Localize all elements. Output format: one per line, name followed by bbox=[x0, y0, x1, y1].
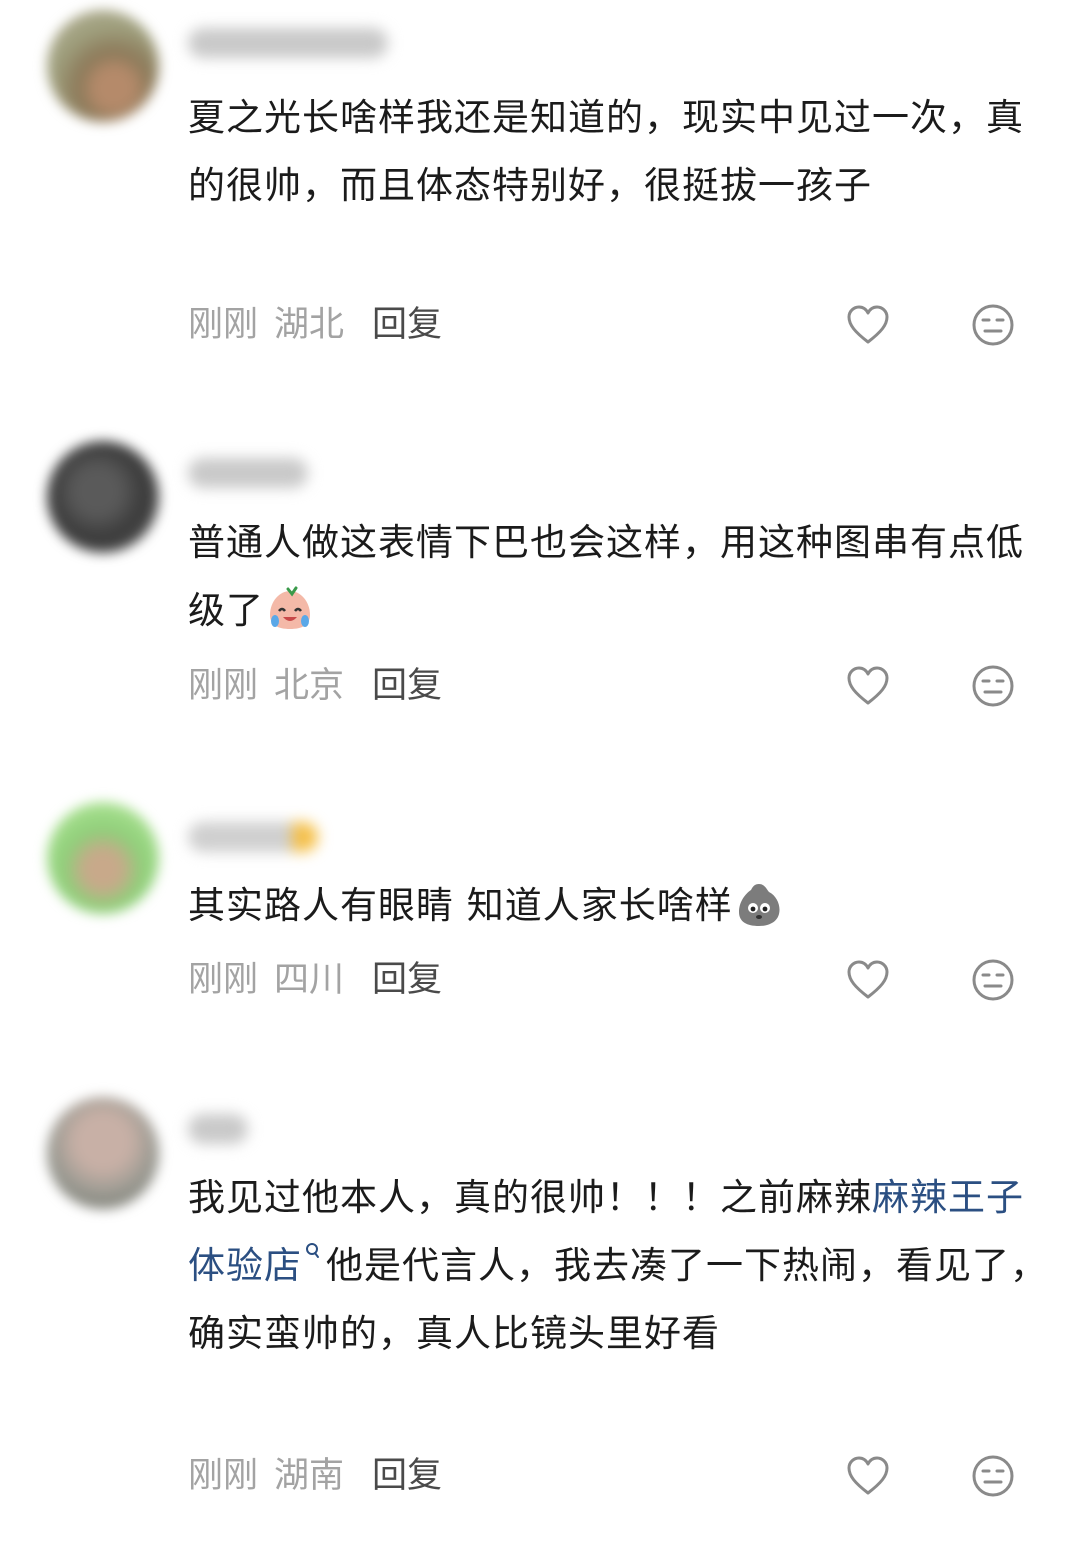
avatar[interactable] bbox=[47, 10, 159, 122]
username-blurred[interactable] bbox=[188, 28, 388, 58]
comment-text: 我见过他本人，真的很帅！！！之前麻辣麻辣王子体验店 他是代言人，我去凑了一下热闹… bbox=[188, 1164, 1048, 1368]
comment-meta: 刚刚 北京 回复 bbox=[188, 661, 442, 711]
neutral-face-icon[interactable] bbox=[970, 302, 1016, 348]
heart-outline-icon[interactable] bbox=[845, 957, 891, 1003]
comment-text: 其实路人有眼睛 知道人家长啥样 bbox=[188, 872, 1048, 940]
comment-location: 湖南 bbox=[274, 1456, 345, 1496]
neutral-face-icon[interactable] bbox=[970, 1453, 1016, 1499]
comment-meta: 刚刚 湖南 回复 bbox=[188, 1451, 442, 1501]
username-blurred[interactable] bbox=[188, 1114, 248, 1144]
avatar[interactable] bbox=[47, 441, 159, 553]
comment-text: 夏之光长啥样我还是知道的，现实中见过一次，真的很帅，而且体态特别好，很挺拔一孩子 bbox=[188, 96, 1024, 207]
comment-text-content: 其实路人有眼睛 知道人家长啥样 bbox=[188, 884, 733, 927]
neutral-face-icon[interactable] bbox=[970, 957, 1016, 1003]
comment-location: 四川 bbox=[274, 960, 345, 1000]
neutral-face-icon[interactable] bbox=[970, 663, 1016, 709]
comment-time: 刚刚 bbox=[188, 305, 259, 345]
avatar[interactable] bbox=[47, 802, 159, 914]
comment-location: 湖北 bbox=[274, 305, 345, 345]
laughing-crying-sticker-icon bbox=[270, 586, 310, 629]
reply-button[interactable]: 回复 bbox=[372, 305, 442, 345]
gray-blob-sticker-icon bbox=[738, 883, 780, 926]
comment-time: 刚刚 bbox=[188, 960, 259, 1000]
reply-button[interactable]: 回复 bbox=[372, 960, 442, 1000]
comment-time: 刚刚 bbox=[188, 1456, 259, 1496]
comment-location: 北京 bbox=[274, 666, 345, 706]
reply-button[interactable]: 回复 bbox=[372, 666, 442, 706]
comment-text: 普通人做这表情下巴也会这样，用这种图串有点低级了 bbox=[188, 509, 1048, 645]
comment-meta: 刚刚 湖北 回复 bbox=[188, 300, 442, 350]
heart-outline-icon[interactable] bbox=[845, 302, 891, 348]
heart-outline-icon[interactable] bbox=[845, 1453, 891, 1499]
reply-button[interactable]: 回复 bbox=[372, 1456, 442, 1496]
username-blurred[interactable] bbox=[188, 458, 308, 488]
heart-outline-icon[interactable] bbox=[845, 663, 891, 709]
avatar[interactable] bbox=[47, 1097, 159, 1209]
username-blurred[interactable] bbox=[188, 822, 318, 852]
comment-text-before: 我见过他本人，真的很帅！！！之前麻辣 bbox=[188, 1176, 872, 1219]
comment-time: 刚刚 bbox=[188, 666, 259, 706]
comment-meta: 刚刚 四川 回复 bbox=[188, 955, 442, 1005]
search-link-icon[interactable] bbox=[304, 1242, 320, 1266]
